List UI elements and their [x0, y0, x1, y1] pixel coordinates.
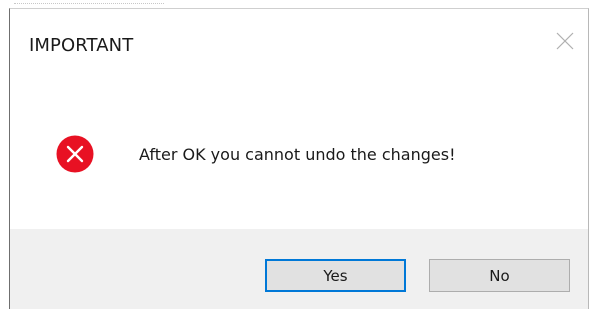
- dialog-body: After OK you cannot undo the changes!: [10, 71, 588, 229]
- dialog-message: After OK you cannot undo the changes!: [139, 145, 456, 164]
- close-button[interactable]: [542, 23, 588, 59]
- title-bar[interactable]: IMPORTANT: [10, 9, 588, 71]
- button-bar: Yes No: [10, 229, 588, 309]
- close-icon: [556, 32, 574, 50]
- no-button[interactable]: No: [429, 259, 570, 292]
- message-dialog: IMPORTANT After OK you cannot undo the c…: [9, 8, 589, 309]
- yes-button[interactable]: Yes: [265, 259, 406, 292]
- screen: IMPORTANT After OK you cannot undo the c…: [0, 0, 595, 309]
- dialog-title: IMPORTANT: [29, 35, 134, 56]
- background-window-edge: [0, 0, 200, 5]
- error-icon: [56, 135, 94, 173]
